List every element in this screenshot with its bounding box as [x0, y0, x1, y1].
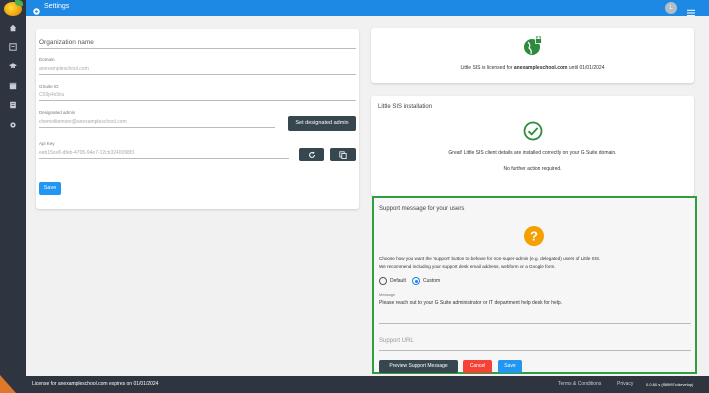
- refresh-icon: [308, 151, 315, 158]
- document-icon[interactable]: [9, 101, 17, 109]
- organization-name-field[interactable]: Organization name: [39, 39, 94, 46]
- check-circle-icon: [523, 121, 543, 141]
- license-domain: anexampleschool.com: [513, 65, 568, 71]
- domain-field[interactable]: anexampleschool.com: [39, 66, 89, 72]
- support-message-textarea[interactable]: Please reach out to your G Suite adminis…: [379, 300, 562, 306]
- api-key-field[interactable]: eeb15ce8-dfeb-4705-94e7-12cb3240098f3: [39, 150, 134, 156]
- gsuite-id-underline: [39, 100, 356, 101]
- support-url-underline: [379, 350, 691, 351]
- radio-custom-dot: [414, 279, 418, 283]
- support-title: Support message for your users: [379, 206, 465, 212]
- avatar[interactable]: L: [665, 2, 677, 14]
- set-designated-admin-button[interactable]: Set designated admin: [288, 116, 356, 131]
- radio-default[interactable]: [379, 277, 387, 285]
- license-text: Little SIS is licensed for anexamplescho…: [460, 65, 605, 71]
- gsuite-id-label: GSuite ID: [39, 84, 59, 89]
- page-title: Settings: [44, 3, 70, 10]
- copy-icon: [339, 150, 347, 159]
- app-logo[interactable]: [4, 0, 23, 16]
- menu-icon[interactable]: [687, 4, 695, 17]
- refresh-api-key-button[interactable]: [299, 148, 324, 161]
- api-key-label: Api Key: [39, 141, 55, 146]
- main-content: Organization name Domain anexampleschool…: [26, 16, 709, 376]
- gsuite-id-field[interactable]: C03p4x9xu: [39, 92, 64, 98]
- corner-badge: [0, 375, 16, 393]
- cancel-button[interactable]: Cancel: [463, 360, 492, 373]
- copy-api-key-button[interactable]: [330, 148, 356, 161]
- installation-card: Little SIS installation Great! Little SI…: [371, 96, 694, 196]
- radio-custom[interactable]: [412, 277, 420, 285]
- home-icon[interactable]: [9, 24, 17, 32]
- svg-text:?: ?: [530, 229, 538, 244]
- top-bar: Settings L: [26, 0, 709, 17]
- privacy-link[interactable]: Privacy: [617, 381, 633, 387]
- terms-link[interactable]: Terms & Conditions: [558, 381, 601, 387]
- support-save-button[interactable]: Save: [498, 360, 522, 373]
- designated-admin-label: Designated admin: [39, 110, 76, 115]
- license-card: Little SIS is licensed for anexamplescho…: [371, 28, 694, 83]
- question-circle-icon: ?: [524, 226, 544, 246]
- support-url-field[interactable]: Support URL: [379, 338, 414, 344]
- installation-message: Great! Little SIS client details are ins…: [448, 150, 617, 156]
- designated-admin-underline: [39, 127, 275, 128]
- message-underline: [379, 323, 691, 324]
- radio-custom-label: Custom: [423, 278, 441, 284]
- graduation-cap-icon[interactable]: [9, 62, 17, 70]
- box-icon[interactable]: [9, 82, 17, 90]
- domain-label: Domain: [39, 57, 55, 62]
- domain-underline: [39, 74, 356, 75]
- organization-card: Organization name Domain anexampleschool…: [36, 29, 359, 209]
- gear-icon[interactable]: [9, 121, 17, 129]
- organization-name-underline: [39, 48, 356, 49]
- message-label: Message: [379, 292, 396, 297]
- api-key-underline: [39, 158, 289, 159]
- support-description-line1: Choose how you want the 'support' button…: [379, 256, 601, 261]
- support-message-card: Support message for your users ? Choose …: [372, 196, 697, 374]
- organization-save-button[interactable]: Save: [39, 182, 61, 195]
- footer-license-text: License for anexampleschool.com expires …: [32, 381, 159, 387]
- designated-admin-field[interactable]: chemolitemore@anexampleschool.com: [39, 119, 127, 125]
- version-text: 0.0.80 s (f5f5f97c/develop): [646, 381, 694, 387]
- globe-lock-icon: [524, 36, 542, 55]
- list-icon[interactable]: [9, 43, 17, 51]
- side-rail: [0, 0, 26, 393]
- installation-title: Little SIS installation: [378, 104, 433, 110]
- support-description-line2: We recommend including your support desk…: [379, 264, 556, 269]
- radio-default-label: Default: [390, 278, 406, 284]
- preview-support-message-button[interactable]: Preview Support Message: [379, 360, 458, 373]
- installation-note: No further action required.: [503, 166, 562, 172]
- settings-gear-icon: [32, 3, 41, 15]
- footer: License for anexampleschool.com expires …: [26, 376, 709, 393]
